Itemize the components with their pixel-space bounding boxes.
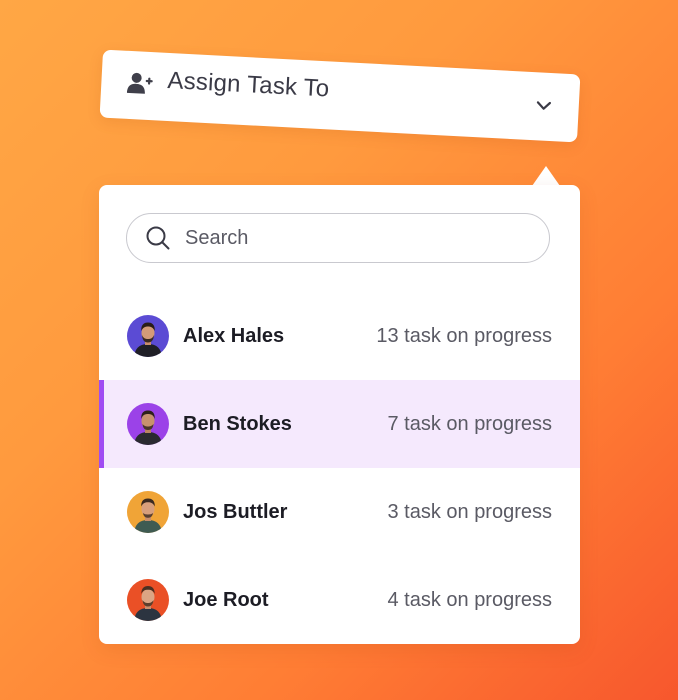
assignee-row[interactable]: Alex Hales 13 task on progress	[99, 292, 580, 380]
search-input[interactable]	[183, 225, 517, 251]
search-box[interactable]	[126, 213, 550, 263]
assignee-name: Alex Hales	[183, 324, 285, 347]
assignee-task-status: 7 task on progress	[387, 412, 552, 435]
assignee-name: Joe Root	[183, 588, 269, 611]
assignee-task-status: 4 task on progress	[387, 588, 552, 611]
assignee-list: Alex Hales 13 task on progress Ben Stoke…	[99, 292, 580, 644]
avatar	[127, 491, 169, 533]
avatar	[127, 403, 169, 445]
assignee-dropdown-panel: Alex Hales 13 task on progress Ben Stoke…	[99, 185, 580, 644]
assignee-row[interactable]: Jos Buttler 3 task on progress	[99, 468, 580, 556]
assignee-name: Jos Buttler	[183, 500, 288, 523]
assignee-task-status: 13 task on progress	[376, 324, 552, 347]
avatar	[127, 579, 169, 621]
avatar	[127, 315, 169, 357]
search-icon	[146, 226, 170, 250]
assign-task-label: Assign Task To	[166, 66, 331, 103]
assignee-name: Ben Stokes	[183, 412, 292, 435]
assignee-task-status: 3 task on progress	[387, 500, 552, 523]
assignee-row-selected[interactable]: Ben Stokes 7 task on progress	[99, 380, 580, 468]
chevron-down-icon[interactable]	[532, 94, 555, 117]
dropdown-pointer	[532, 166, 560, 186]
assignee-row[interactable]: Joe Root 4 task on progress	[99, 556, 580, 644]
user-plus-icon	[126, 70, 154, 97]
assign-task-dropdown[interactable]: Assign Task To	[99, 49, 581, 143]
